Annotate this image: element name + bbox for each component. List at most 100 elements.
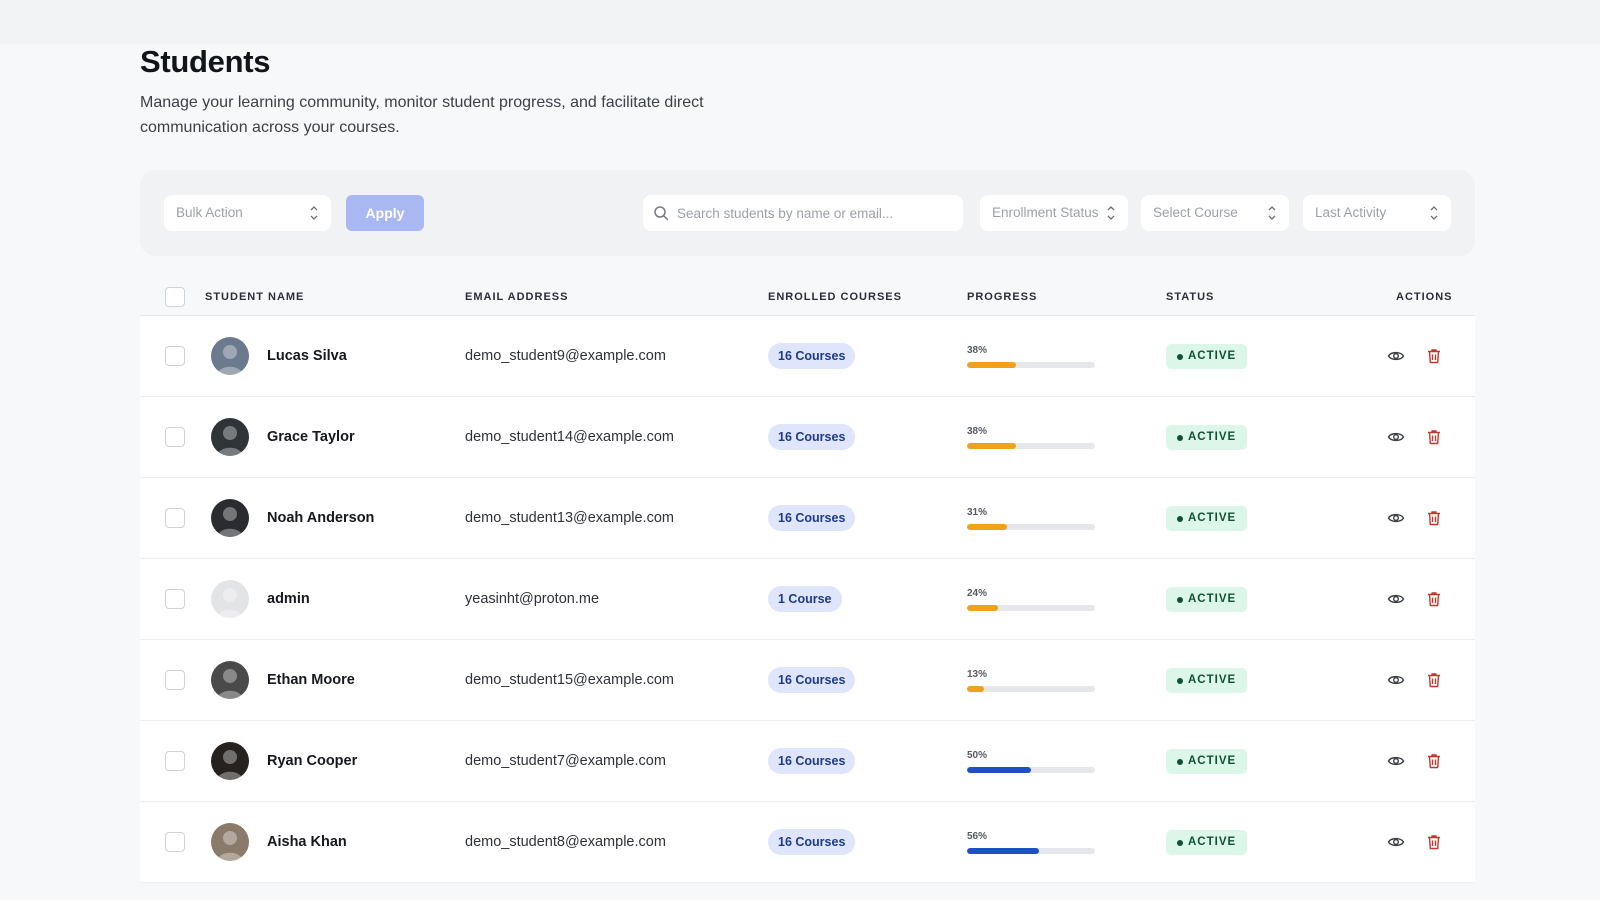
progress-bar [967, 848, 1095, 854]
courses-badge: 16 Courses [768, 667, 856, 693]
eye-icon[interactable] [1387, 833, 1405, 851]
avatar-person-icon [211, 742, 249, 780]
select-course-label: Select Course [1153, 205, 1238, 220]
table-row: Noah Anderson demo_student13@example.com… [140, 478, 1475, 559]
chevron-updown-icon [1430, 206, 1438, 220]
progress-bar [967, 524, 1095, 530]
avatar [211, 418, 249, 456]
table-row: Ryan Cooper demo_student7@example.com 16… [140, 721, 1475, 802]
eye-icon[interactable] [1387, 428, 1405, 446]
status-dot [1177, 759, 1183, 765]
status-label: ACTIVE [1188, 593, 1237, 605]
enrollment-status-label: Enrollment Status [992, 205, 1099, 220]
progress-bar [967, 686, 1095, 692]
row-checkbox[interactable] [165, 508, 185, 528]
student-email: demo_student9@example.com [465, 348, 666, 364]
col-student-name[interactable]: STUDENT NAME [205, 291, 304, 303]
table-row: Aisha Khan demo_student8@example.com 16 … [140, 802, 1475, 883]
row-checkbox[interactable] [165, 589, 185, 609]
search-input[interactable] [677, 195, 957, 231]
status-dot [1177, 516, 1183, 522]
apply-button[interactable]: Apply [346, 195, 424, 231]
last-activity-select[interactable]: Last Activity [1303, 195, 1451, 231]
student-email: demo_student15@example.com [465, 672, 674, 688]
status-label: ACTIVE [1188, 836, 1237, 848]
status-badge: ACTIVE [1166, 506, 1248, 531]
progress-fill [967, 443, 1016, 449]
progress-label: 24% [967, 588, 988, 599]
bulk-action-select[interactable]: Bulk Action [164, 195, 331, 231]
status-dot [1177, 597, 1183, 603]
student-name[interactable]: Noah Anderson [267, 510, 374, 526]
student-name[interactable]: Lucas Silva [267, 348, 347, 364]
courses-badge: 16 Courses [768, 505, 856, 531]
trash-icon[interactable] [1425, 428, 1443, 446]
enrollment-status-select[interactable]: Enrollment Status [980, 195, 1128, 231]
select-course-select[interactable]: Select Course [1141, 195, 1289, 231]
row-checkbox[interactable] [165, 832, 185, 852]
student-name[interactable]: Aisha Khan [267, 834, 347, 850]
progress-label: 50% [967, 750, 988, 761]
col-enrolled-courses[interactable]: ENROLLED COURSES [768, 291, 902, 303]
progress-bar [967, 605, 1095, 611]
select-all-checkbox[interactable] [165, 287, 185, 307]
courses-badge: 1 Course [768, 586, 842, 612]
students-table: STUDENT NAME EMAIL ADDRESS ENROLLED COUR… [140, 278, 1475, 883]
student-name[interactable]: Ethan Moore [267, 672, 355, 688]
avatar-person-icon [211, 418, 249, 456]
trash-icon[interactable] [1425, 509, 1443, 527]
avatar [211, 823, 249, 861]
status-badge: ACTIVE [1166, 587, 1248, 612]
trash-icon[interactable] [1425, 671, 1443, 689]
col-status[interactable]: STATUS [1166, 291, 1214, 303]
eye-icon[interactable] [1387, 671, 1405, 689]
trash-icon[interactable] [1425, 590, 1443, 608]
progress-fill [967, 605, 998, 611]
col-email[interactable]: EMAIL ADDRESS [465, 291, 568, 303]
table-body: Lucas Silva demo_student9@example.com 16… [140, 316, 1475, 883]
trash-icon[interactable] [1425, 347, 1443, 365]
eye-icon[interactable] [1387, 347, 1405, 365]
status-label: ACTIVE [1188, 674, 1237, 686]
avatar [211, 499, 249, 537]
progress-label: 56% [967, 831, 988, 842]
student-name[interactable]: admin [267, 591, 310, 607]
bulk-action-label: Bulk Action [176, 205, 243, 220]
trash-icon[interactable] [1425, 833, 1443, 851]
trash-icon[interactable] [1425, 752, 1443, 770]
chevron-updown-icon [1107, 206, 1115, 220]
table-header: STUDENT NAME EMAIL ADDRESS ENROLLED COUR… [140, 278, 1475, 316]
status-label: ACTIVE [1188, 350, 1237, 362]
page-subtitle: Manage your learning community, monitor … [140, 94, 704, 136]
eye-icon[interactable] [1387, 752, 1405, 770]
courses-badge: 16 Courses [768, 343, 856, 369]
status-badge: ACTIVE [1166, 668, 1248, 693]
page-title: Students [140, 44, 271, 79]
progress-fill [967, 686, 984, 692]
status-label: ACTIVE [1188, 755, 1237, 767]
student-email: demo_student14@example.com [465, 429, 674, 445]
row-checkbox[interactable] [165, 427, 185, 447]
filter-bar: Bulk Action Apply Enrollment Status Sele… [140, 170, 1475, 256]
table-row: admin yeasinht@proton.me 1 Course 24% AC… [140, 559, 1475, 640]
eye-icon[interactable] [1387, 590, 1405, 608]
progress-fill [967, 362, 1016, 368]
avatar-person-icon [211, 823, 249, 861]
row-checkbox[interactable] [165, 751, 185, 771]
search-box[interactable] [643, 195, 963, 231]
col-progress[interactable]: PROGRESS [967, 291, 1037, 303]
avatar-person-icon [211, 337, 249, 375]
eye-icon[interactable] [1387, 509, 1405, 527]
table-row: Ethan Moore demo_student15@example.com 1… [140, 640, 1475, 721]
avatar [211, 661, 249, 699]
student-name[interactable]: Grace Taylor [267, 429, 355, 445]
row-checkbox[interactable] [165, 346, 185, 366]
status-badge: ACTIVE [1166, 749, 1248, 774]
status-badge: ACTIVE [1166, 344, 1248, 369]
progress-bar [967, 767, 1095, 773]
last-activity-label: Last Activity [1315, 205, 1387, 220]
row-checkbox[interactable] [165, 670, 185, 690]
progress-label: 13% [967, 669, 988, 680]
student-name[interactable]: Ryan Cooper [267, 753, 357, 769]
progress-bar [967, 443, 1095, 449]
